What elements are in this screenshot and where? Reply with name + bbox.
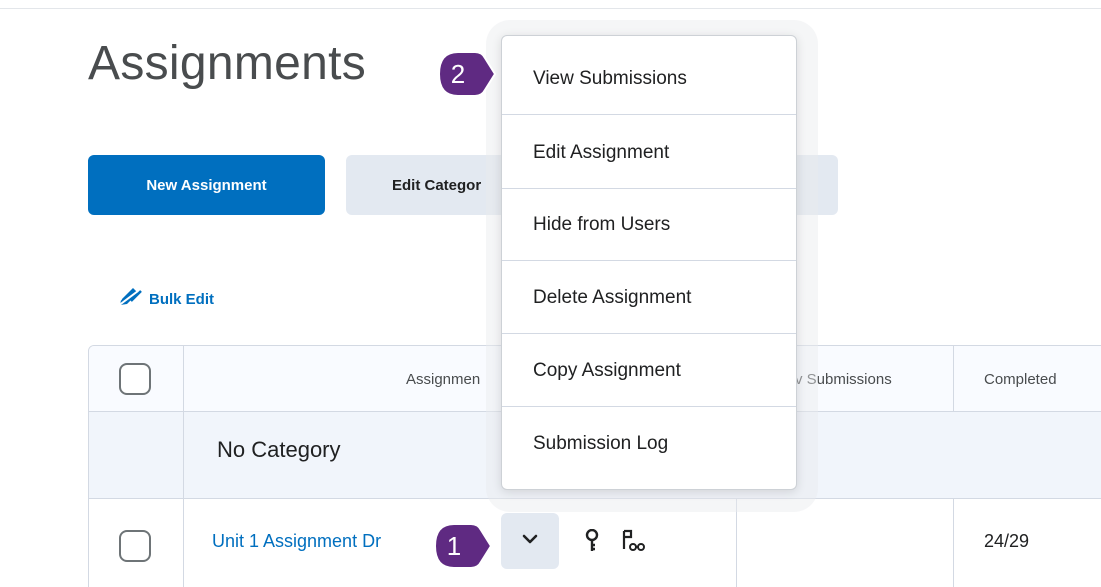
- callout-badge-1: 1: [433, 522, 493, 570]
- menu-item-view-submissions[interactable]: View Submissions: [502, 43, 796, 115]
- table-row: Unit 1 Assignment Dr 24/29: [89, 499, 1101, 587]
- category-label: No Category: [217, 437, 341, 462]
- menu-item-copy-assignment[interactable]: Copy Assignment: [502, 335, 796, 407]
- pencil-icon: [117, 286, 143, 312]
- page-title: Assignments: [88, 37, 367, 90]
- bulk-edit-link[interactable]: Bulk Edit: [117, 286, 214, 312]
- column-divider: [736, 499, 737, 587]
- column-divider: [953, 499, 954, 587]
- menu-item-hide-from-users[interactable]: Hide from Users: [502, 189, 796, 261]
- select-all-checkbox[interactable]: [119, 363, 151, 395]
- callout-number: 2: [450, 58, 466, 89]
- callout-badge-2: 2: [437, 50, 497, 98]
- column-header-assignment[interactable]: Assignmen: [406, 346, 480, 412]
- menu-item-edit-assignment[interactable]: Edit Assignment: [502, 117, 796, 189]
- column-divider: [183, 346, 184, 587]
- key-icon[interactable]: [585, 528, 599, 558]
- column-header-completed[interactable]: Completed: [984, 346, 1057, 412]
- callout-number: 1: [446, 530, 462, 561]
- column-divider: [953, 346, 954, 412]
- row-select-checkbox[interactable]: [119, 530, 151, 562]
- menu-item-delete-assignment[interactable]: Delete Assignment: [502, 262, 796, 334]
- bulk-edit-label: Bulk Edit: [149, 290, 215, 308]
- completed-count: 24/29: [984, 531, 1030, 551]
- new-assignment-button[interactable]: New Assignment: [88, 155, 325, 215]
- assignment-actions-menu-button[interactable]: [501, 513, 559, 569]
- menu-item-submission-log[interactable]: Submission Log: [502, 408, 796, 480]
- release-conditions-icon[interactable]: [621, 529, 645, 558]
- chevron-down-icon: [521, 532, 539, 550]
- assignment-actions-menu: View Submissions Edit Assignment Hide fr…: [501, 35, 797, 490]
- assignment-link[interactable]: Unit 1 Assignment Dr: [212, 531, 381, 552]
- top-divider: [0, 8, 1101, 9]
